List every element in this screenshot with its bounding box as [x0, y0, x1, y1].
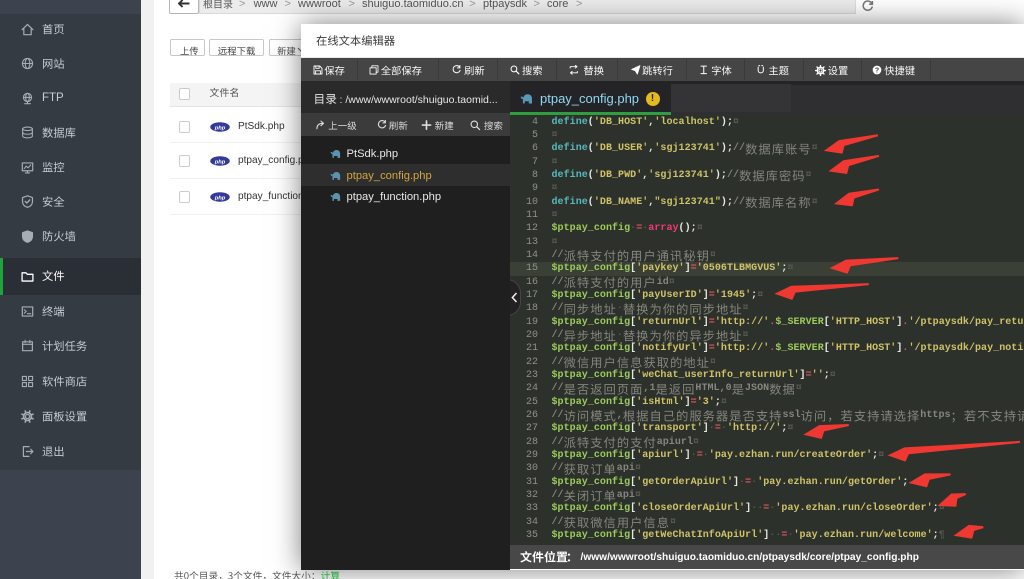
svg-text:?: ?: [875, 67, 879, 75]
svg-text:php: php: [213, 195, 225, 201]
svg-text:php: php: [213, 159, 225, 165]
svg-text:php: php: [213, 125, 225, 131]
